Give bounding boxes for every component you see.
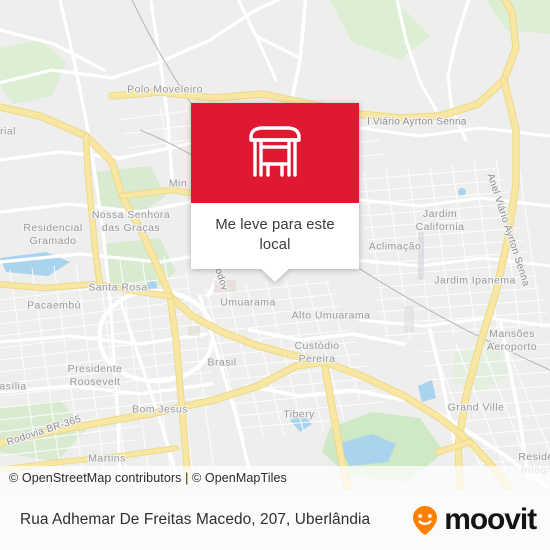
moovit-logo[interactable]: moovit bbox=[408, 503, 537, 537]
map-attribution-bar: © OpenStreetMap contributors | © OpenMap… bbox=[0, 466, 550, 490]
popup-pointer-tail bbox=[260, 268, 290, 282]
address-label: Rua Adhemar De Freitas Macedo, 207, Uber… bbox=[20, 511, 371, 528]
moovit-pin-icon bbox=[413, 506, 438, 535]
bottom-info-bar: Rua Adhemar De Freitas Macedo, 207, Uber… bbox=[0, 490, 550, 550]
moovit-map-screen: .w { stroke:#ffffff; fill:none; stroke-l… bbox=[0, 0, 550, 550]
bus-shelter-icon bbox=[249, 126, 301, 177]
moovit-wordmark: moovit bbox=[444, 503, 537, 536]
attribution-text[interactable]: © OpenStreetMap contributors | © OpenMap… bbox=[9, 471, 287, 485]
map-canvas[interactable]: .w { stroke:#ffffff; fill:none; stroke-l… bbox=[0, 0, 550, 490]
popup-icon-panel bbox=[191, 103, 359, 203]
popup-label-text: Me leve para este local bbox=[215, 217, 335, 253]
map-popup-card[interactable]: Me leve para este local bbox=[191, 103, 359, 282]
popup-label-panel: Me leve para este local bbox=[191, 203, 359, 269]
